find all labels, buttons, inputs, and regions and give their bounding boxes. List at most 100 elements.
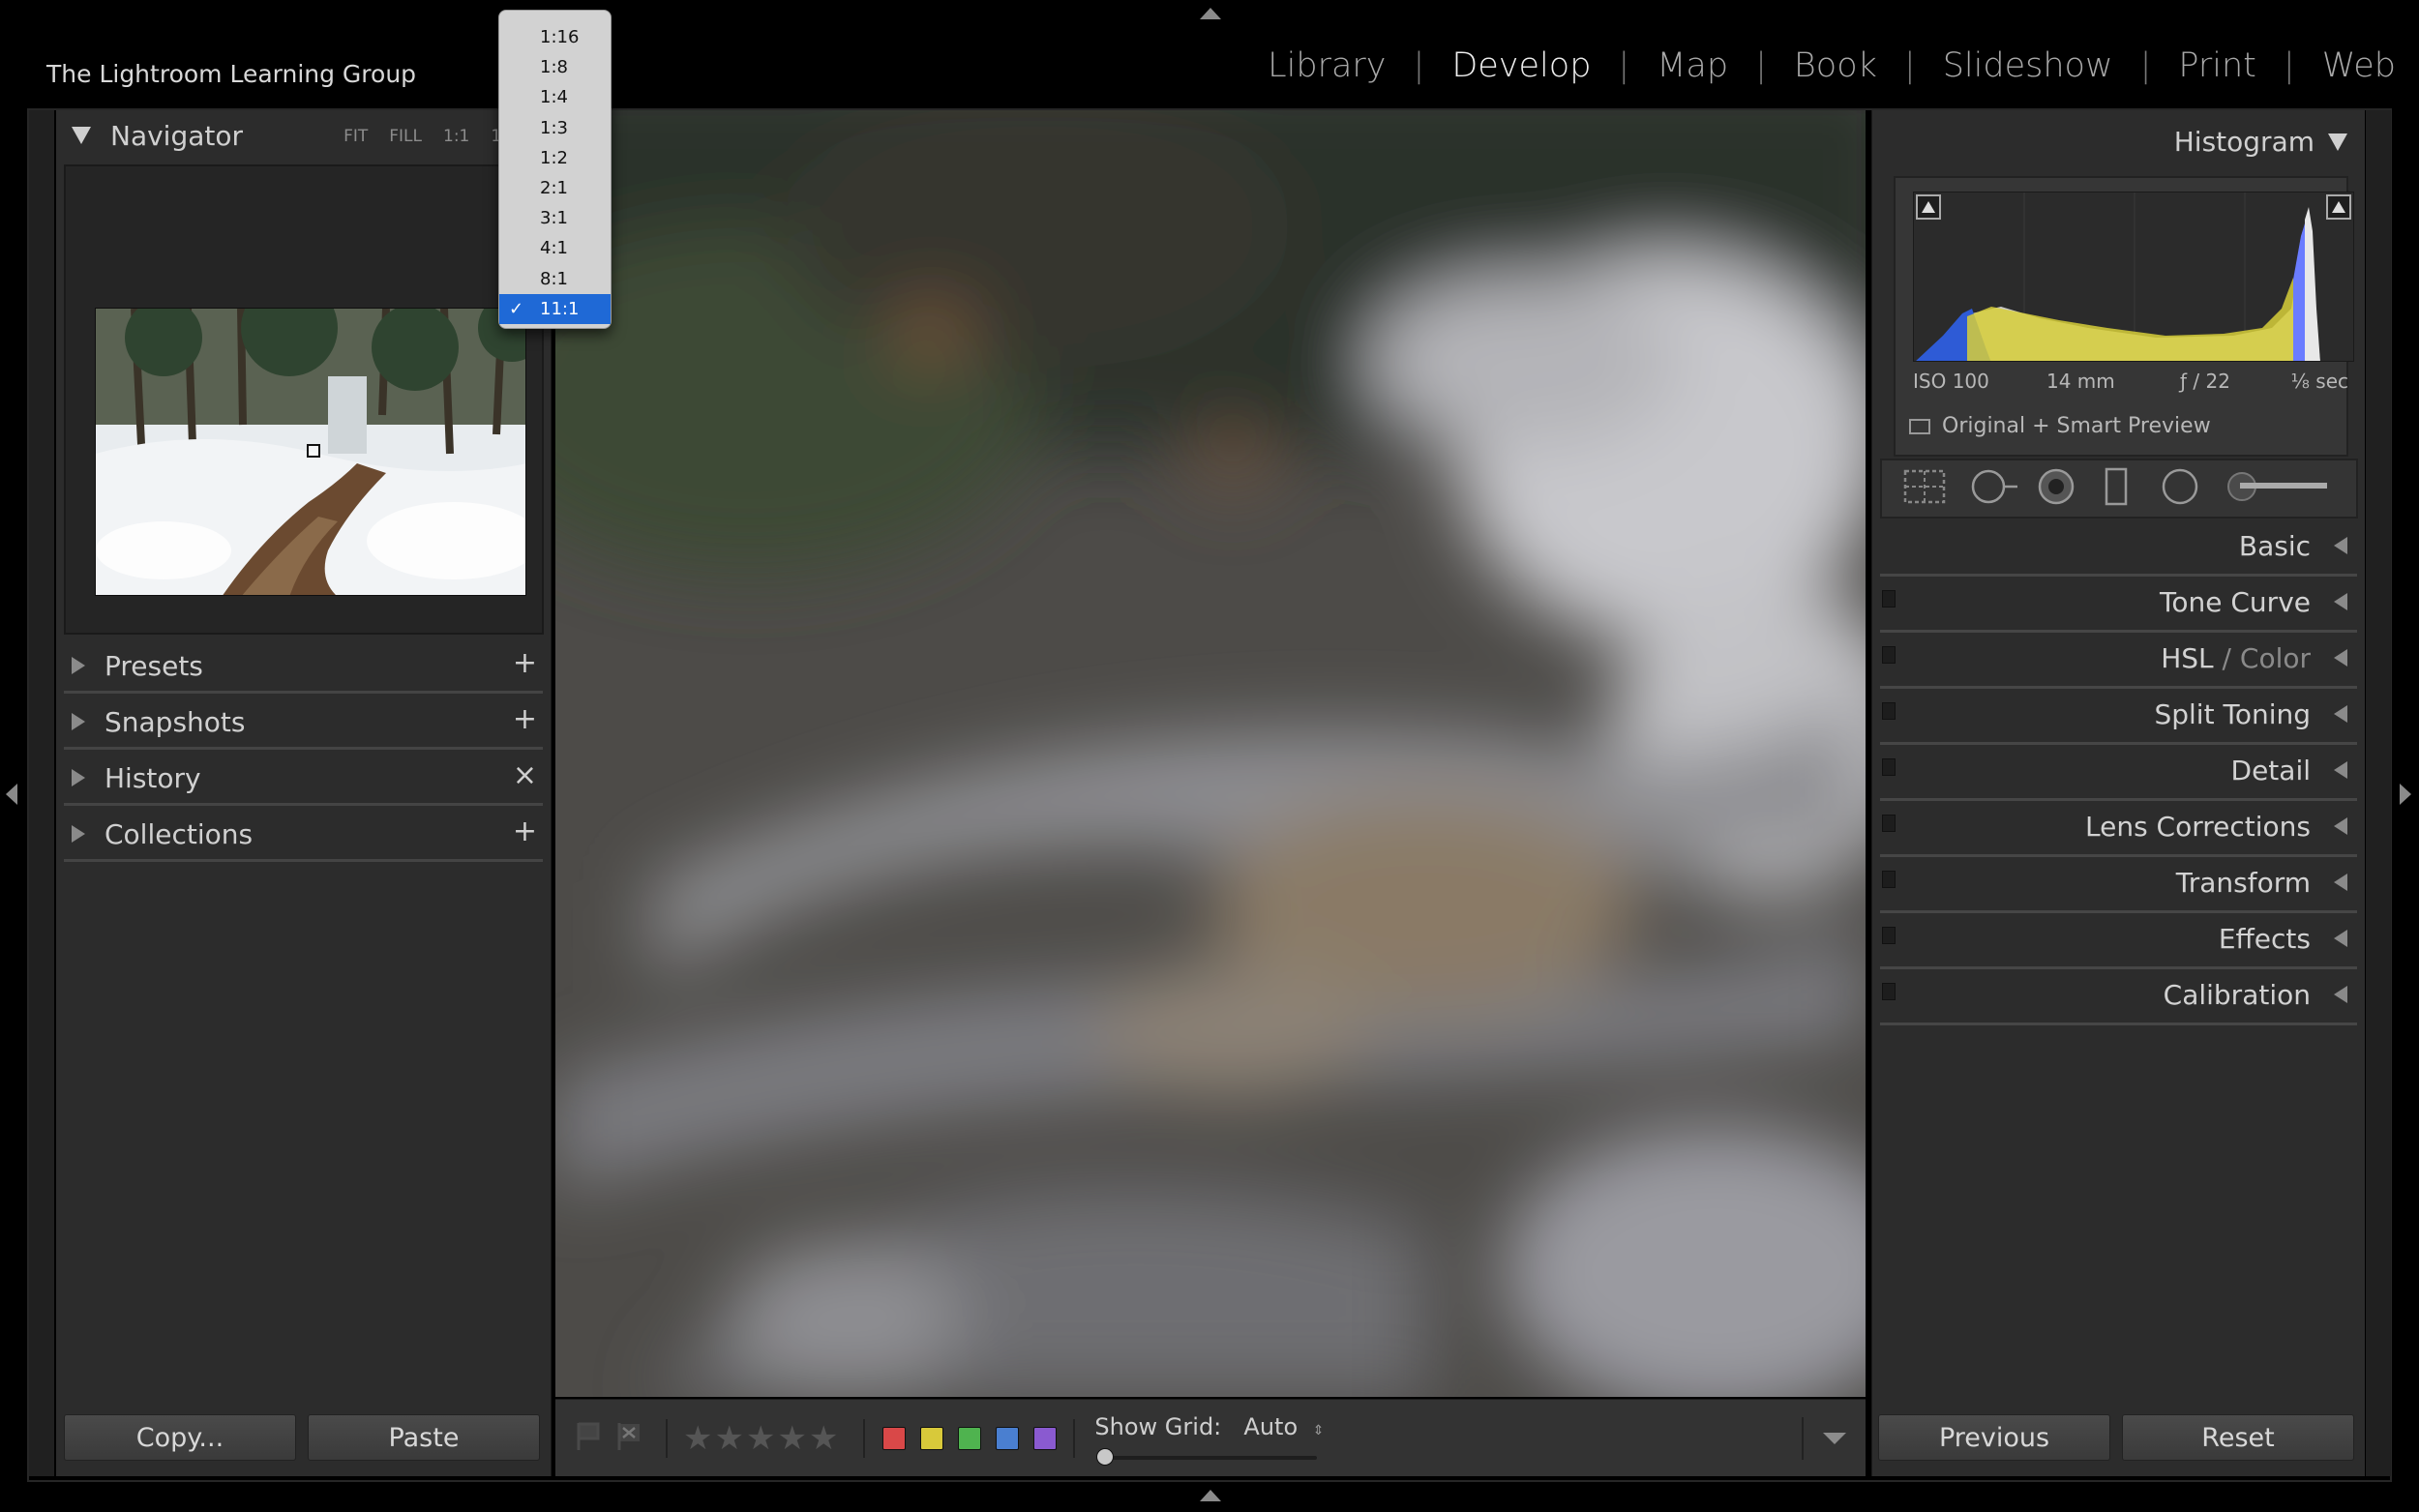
module-map[interactable]: Map	[1629, 46, 1755, 85]
snapshots-add-icon[interactable]: +	[513, 702, 537, 736]
graduated-filter-icon[interactable]	[2101, 467, 2132, 510]
section-lens-corrections-collapse-icon[interactable]	[2334, 817, 2347, 835]
collections-add-menu-icon[interactable]: +	[513, 815, 537, 848]
zoom-menu-item[interactable]: 1:16	[499, 22, 611, 52]
calibration-toggle-switch[interactable]	[1882, 983, 1896, 1000]
section-detail-collapse-icon[interactable]	[2334, 761, 2347, 779]
zoom-menu-item[interactable]: 1:2	[499, 143, 611, 173]
zoom-menu-item[interactable]: 8:1	[499, 264, 611, 294]
paste-button[interactable]: Paste	[308, 1414, 540, 1461]
grid-opacity-slider[interactable]	[1102, 1455, 1318, 1460]
previous-button[interactable]: Previous	[1878, 1414, 2110, 1461]
transform-toggle-switch[interactable]	[1882, 871, 1896, 888]
section-transform[interactable]: Transform	[1872, 857, 2365, 913]
hsl-tab[interactable]: HSL	[2161, 642, 2213, 674]
rating-star-5-icon[interactable]: ★	[809, 1419, 838, 1458]
history-disclosure-icon[interactable]	[72, 769, 85, 786]
section-transform-collapse-icon[interactable]	[2334, 874, 2347, 891]
history-header[interactable]: History ×	[56, 753, 551, 803]
radial-filter-icon[interactable]	[2159, 467, 2201, 510]
copy-button[interactable]: Copy...	[64, 1414, 296, 1461]
zoom-menu-item-selected[interactable]: ✓ 11:1	[499, 293, 611, 324]
effects-toggle-switch[interactable]	[1882, 927, 1896, 944]
highlight-clipping-icon[interactable]	[2326, 194, 2351, 220]
shadow-clipping-icon[interactable]	[1916, 194, 1941, 220]
reject-flag-icon[interactable]	[615, 1421, 642, 1456]
collections-header[interactable]: Collections +	[56, 809, 551, 859]
section-tone-curve[interactable]: Tone Curve	[1872, 577, 2365, 633]
presets-disclosure-icon[interactable]	[72, 657, 85, 674]
lens-corrections-toggle-switch[interactable]	[1882, 815, 1896, 832]
section-calibration[interactable]: Calibration	[1872, 969, 2365, 1025]
module-book[interactable]: Book	[1767, 46, 1904, 85]
color-label-red[interactable]	[882, 1426, 907, 1450]
section-hsl-color[interactable]: HSL / Color	[1872, 633, 2365, 689]
navigator-header[interactable]: Navigator FIT FILL 1:1 11	[56, 110, 551, 161]
section-tone-curve-collapse-icon[interactable]	[2334, 593, 2347, 610]
histogram-disclosure-icon[interactable]	[2328, 133, 2347, 151]
section-effects[interactable]: Effects	[1872, 913, 2365, 969]
navigator-view-box[interactable]	[307, 444, 320, 458]
top-panel-toggle-icon[interactable]	[1200, 8, 1221, 19]
presets-add-menu-icon[interactable]: +	[513, 646, 537, 680]
section-split-toning[interactable]: Split Toning	[1872, 689, 2365, 745]
section-effects-collapse-icon[interactable]	[2334, 930, 2347, 947]
toolbar-menu-chevron-icon[interactable]	[1823, 1433, 1846, 1444]
module-web[interactable]: Web	[2295, 46, 2396, 85]
zoom-menu-item[interactable]: 1:4	[499, 82, 611, 112]
rating-star-2-icon[interactable]: ★	[714, 1419, 743, 1458]
crop-overlay-icon[interactable]	[1901, 467, 1948, 510]
left-panel-toggle-icon[interactable]	[6, 784, 17, 805]
zoom-fit[interactable]: FIT	[343, 127, 368, 146]
navigator-thumbnail[interactable]	[95, 308, 526, 596]
histogram-graph[interactable]	[1913, 192, 2354, 362]
snapshots-disclosure-icon[interactable]	[72, 713, 85, 730]
zoom-menu-item[interactable]: 4:1	[499, 233, 611, 263]
smart-preview-icon[interactable]	[1909, 418, 1930, 434]
tone-curve-toggle-switch[interactable]	[1882, 590, 1896, 608]
bottom-panel-toggle-icon[interactable]	[1200, 1490, 1221, 1501]
presets-header[interactable]: Presets +	[56, 640, 551, 691]
color-tab[interactable]: Color	[2240, 642, 2311, 674]
right-panel-toggle-icon[interactable]	[2400, 784, 2411, 805]
module-slideshow[interactable]: Slideshow	[1916, 46, 2140, 85]
section-basic[interactable]: Basic	[1872, 520, 2365, 577]
section-hsl-collapse-icon[interactable]	[2334, 649, 2347, 667]
zoom-menu-item[interactable]: 1:8	[499, 52, 611, 82]
flag-icon[interactable]	[575, 1421, 602, 1456]
reset-button[interactable]: Reset	[2122, 1414, 2354, 1461]
color-label-yellow[interactable]	[920, 1426, 944, 1450]
detail-toggle-switch[interactable]	[1882, 758, 1896, 776]
right-panel-scroll-strip[interactable]	[2366, 110, 2391, 1476]
section-split-toning-collapse-icon[interactable]	[2334, 705, 2347, 723]
module-library[interactable]: Library	[1240, 46, 1413, 85]
main-image-view[interactable]	[555, 110, 1866, 1397]
color-label-purple[interactable]	[1033, 1426, 1058, 1450]
color-label-blue[interactable]	[996, 1426, 1020, 1450]
red-eye-icon[interactable]	[2035, 467, 2077, 510]
zoom-1-1[interactable]: 1:1	[443, 127, 469, 146]
star-rating[interactable]: ★ ★ ★ ★ ★	[683, 1419, 840, 1458]
spot-removal-icon[interactable]	[1969, 467, 2019, 510]
section-basic-collapse-icon[interactable]	[2334, 537, 2347, 554]
section-calibration-collapse-icon[interactable]	[2334, 986, 2347, 1003]
color-label-green[interactable]	[958, 1426, 982, 1450]
snapshots-header[interactable]: Snapshots +	[56, 697, 551, 747]
rating-star-4-icon[interactable]: ★	[777, 1419, 806, 1458]
histogram-header[interactable]: Histogram	[1872, 122, 2365, 164]
rating-star-3-icon[interactable]: ★	[746, 1419, 775, 1458]
zoom-menu-item[interactable]: 3:1	[499, 203, 611, 233]
rating-star-1-icon[interactable]: ★	[683, 1419, 712, 1458]
module-print[interactable]: Print	[2151, 46, 2284, 85]
module-develop[interactable]: Develop	[1424, 46, 1618, 85]
navigator-disclosure-icon[interactable]	[72, 127, 91, 144]
left-panel-scroll-strip[interactable]	[29, 110, 54, 1476]
section-detail[interactable]: Detail	[1872, 745, 2365, 801]
zoom-fill[interactable]: FILL	[389, 127, 422, 146]
hsl-toggle-switch[interactable]	[1882, 646, 1896, 664]
navigator-preview[interactable]	[64, 164, 544, 635]
adjustment-brush-icon[interactable]	[2225, 467, 2331, 510]
show-grid-select[interactable]: Auto ⇕	[1243, 1413, 1324, 1440]
grid-opacity-slider-thumb[interactable]	[1096, 1447, 1115, 1466]
zoom-menu-item[interactable]: 1:3	[499, 113, 611, 143]
